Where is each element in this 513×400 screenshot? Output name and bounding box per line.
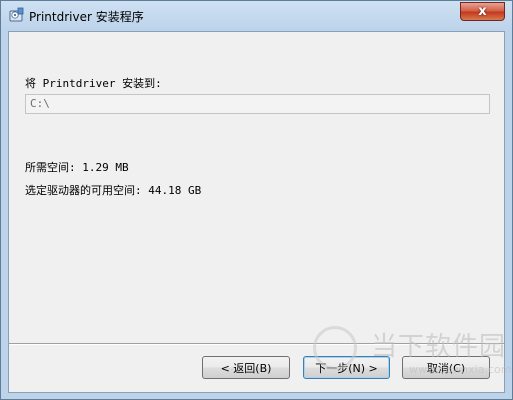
space-required-text: 所需空间: 1.29 MB [25, 161, 129, 174]
back-button[interactable]: < 返回(B) [202, 356, 290, 379]
window-title: Printdriver 安装程序 [29, 10, 144, 24]
close-icon: x [478, 4, 487, 19]
title-bar[interactable]: Printdriver 安装程序 x [1, 1, 512, 31]
installer-window: Printdriver 安装程序 x 将 Printdriver 安装到: C:… [0, 0, 513, 400]
next-button[interactable]: 下一步(N) > [303, 356, 390, 379]
separator-line [9, 343, 504, 345]
cancel-button[interactable]: 取消(C) [402, 356, 490, 379]
space-available-text: 选定驱动器的可用空间: 44.18 GB [25, 184, 202, 197]
close-button[interactable]: x [460, 2, 505, 21]
install-path-field[interactable]: C:\ [25, 94, 490, 114]
installer-icon [8, 7, 24, 23]
dialog-body: 将 Printdriver 安装到: C:\ 所需空间: 1.29 MB 选定驱… [8, 31, 505, 393]
install-location-label: 将 Printdriver 安装到: [25, 77, 162, 90]
